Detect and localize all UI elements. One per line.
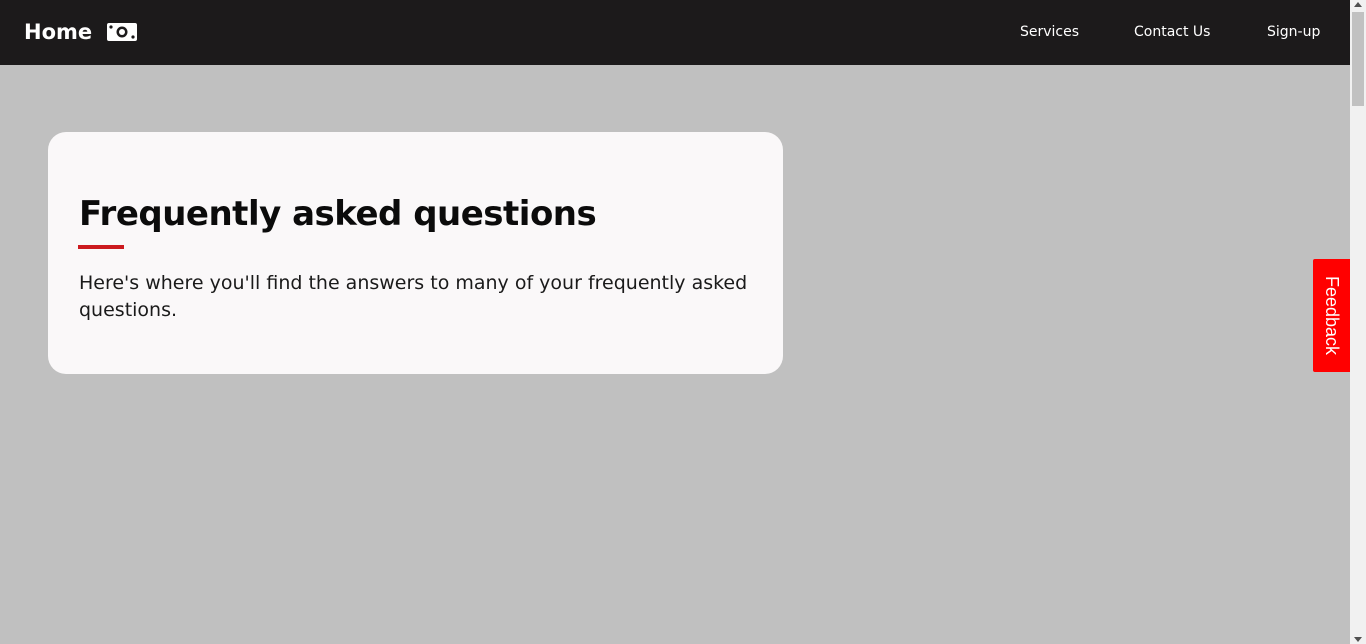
vertical-scrollbar[interactable] [1350,0,1366,644]
nav-link-services[interactable]: Services [1020,22,1079,42]
faq-description: Here's where you'll find the answers to … [79,272,748,321]
page: Home Services Contact Us Sign-up Frequen… [0,0,1366,644]
navbar: Home Services Contact Us Sign-up [0,0,1350,65]
faq-card: Frequently asked questions Here's where … [48,132,783,374]
money-bill-icon [107,23,138,41]
nav-link-sign-up[interactable]: Sign-up [1267,22,1320,42]
scroll-down-arrow-icon[interactable] [1354,637,1362,642]
feedback-button[interactable]: Feedback [1313,259,1350,372]
scrollbar-thumb[interactable] [1352,12,1364,106]
faq-title: Frequently asked questions [79,194,597,234]
scroll-up-arrow-icon[interactable] [1354,2,1362,7]
brand-label: Home [24,20,93,44]
title-underline [78,245,124,249]
nav-link-contact-us[interactable]: Contact Us [1134,22,1210,42]
feedback-label: Feedback [1322,275,1342,356]
home-link[interactable]: Home [24,18,138,46]
